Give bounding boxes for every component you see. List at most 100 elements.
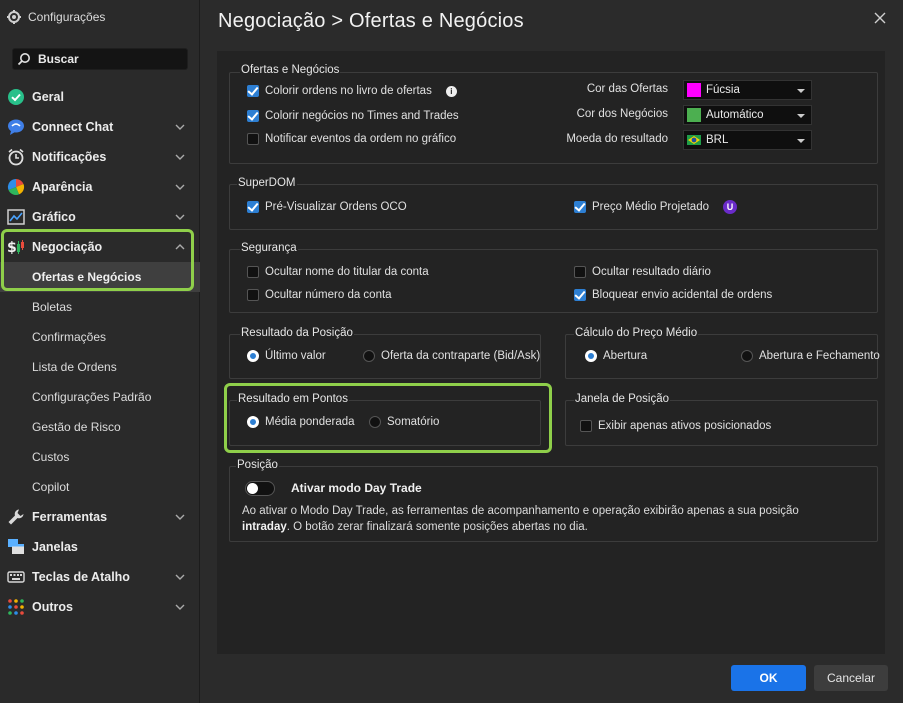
option-label: Ocultar resultado diário — [592, 266, 711, 278]
sidebar-subitem-label: Boletas — [32, 300, 73, 314]
chevron-down-icon — [175, 574, 185, 580]
svg-text:$: $ — [7, 240, 17, 256]
close-icon[interactable] — [873, 11, 887, 25]
sidebar-subitem-configuracoes-padrao[interactable]: Configurações Padrão — [0, 382, 200, 412]
option-preco-medio-projetado[interactable]: Preço Médio Projetado U — [574, 200, 737, 214]
option-label: Colorir negócios no Times and Trades — [265, 110, 459, 122]
sidebar-item-connect-chat[interactable]: Connect Chat — [0, 112, 200, 142]
sidebar-item-notificacoes[interactable]: Notificações — [0, 142, 200, 172]
chevron-down-icon — [175, 604, 185, 610]
checkbox-unchecked[interactable] — [247, 266, 259, 278]
option-abertura[interactable]: Abertura — [585, 350, 647, 362]
cancel-button[interactable]: Cancelar — [814, 665, 888, 691]
cor-ofertas-select[interactable]: Fúcsia — [683, 80, 812, 100]
radio-unselected[interactable] — [363, 350, 375, 362]
sidebar-subitem-ofertas-negocios[interactable]: Ofertas e Negócios — [0, 262, 200, 292]
group-title: SuperDOM — [237, 177, 297, 189]
option-ocultar-resultado[interactable]: Ocultar resultado diário — [574, 266, 711, 278]
sidebar-subitem-lista-ordens[interactable]: Lista de Ordens — [0, 352, 200, 382]
sidebar-item-label: Aparência — [32, 180, 93, 194]
sidebar-item-geral[interactable]: Geral — [0, 82, 200, 112]
chevron-down-icon — [175, 154, 185, 160]
option-label: Média ponderada — [265, 416, 355, 428]
option-media-ponderada[interactable]: Média ponderada — [247, 416, 355, 428]
sidebar: Configurações Buscar Geral Connect Chat … — [0, 0, 200, 703]
day-trade-toggle[interactable] — [245, 481, 275, 496]
premium-badge-icon: U — [722, 200, 737, 214]
option-label: Exibir apenas ativos posicionados — [598, 420, 772, 432]
checkbox-unchecked[interactable] — [247, 133, 259, 145]
moeda-label: Moeda do resultado — [566, 133, 668, 145]
checkbox-checked[interactable] — [574, 289, 586, 301]
chat-icon — [8, 119, 24, 135]
select-value: BRL — [706, 134, 729, 146]
option-oferta-contraparte[interactable]: Oferta da contraparte (Bid/Ask) — [363, 350, 540, 362]
sidebar-subitem-boletas[interactable]: Boletas — [0, 292, 200, 322]
radio-unselected[interactable] — [369, 416, 381, 428]
sidebar-subitem-label: Gestão de Risco — [32, 420, 121, 434]
checkbox-unchecked[interactable] — [247, 289, 259, 301]
radio-unselected[interactable] — [741, 350, 753, 362]
option-label: Abertura e Fechamento — [759, 350, 880, 362]
checkbox-unchecked[interactable] — [574, 266, 586, 278]
search-placeholder: Buscar — [38, 52, 79, 66]
option-label: Ocultar número da conta — [265, 289, 392, 301]
cor-negocios-select[interactable]: Automático — [683, 105, 812, 125]
sidebar-subitem-confirmacoes[interactable]: Confirmações — [0, 322, 200, 352]
color-swatch — [687, 83, 701, 97]
sidebar-item-janelas[interactable]: Janelas — [0, 532, 200, 562]
option-colorir-negocios[interactable]: Colorir negócios no Times and Trades — [247, 110, 459, 122]
sidebar-subitem-label: Confirmações — [32, 330, 107, 344]
option-notificar-eventos[interactable]: Notificar eventos da ordem no gráfico — [247, 133, 456, 145]
sidebar-subitem-custos[interactable]: Custos — [0, 442, 200, 472]
sidebar-item-outros[interactable]: Outros — [0, 592, 200, 622]
chevron-down-icon — [175, 514, 185, 520]
select-value: Fúcsia — [706, 84, 740, 96]
sidebar-item-grafico[interactable]: Gráfico — [0, 202, 200, 232]
group-title: Cálculo do Preço Médio — [574, 327, 699, 339]
search-input[interactable]: Buscar — [12, 48, 188, 70]
sidebar-subitem-copilot[interactable]: Copilot — [0, 472, 200, 502]
option-ocultar-nome[interactable]: Ocultar nome do titular da conta — [247, 266, 429, 278]
moeda-select[interactable]: BRL — [683, 130, 812, 150]
chevron-down-icon — [175, 184, 185, 190]
radio-selected[interactable] — [247, 416, 259, 428]
sidebar-item-aparencia[interactable]: Aparência — [0, 172, 200, 202]
cor-ofertas-label: Cor das Ofertas — [586, 83, 668, 95]
option-label: Ocultar nome do titular da conta — [265, 266, 429, 278]
checkbox-checked[interactable] — [247, 201, 259, 213]
cor-negocios-label: Cor dos Negócios — [576, 108, 668, 120]
sidebar-item-negociacao[interactable]: $ Negociação — [0, 232, 200, 262]
ok-button[interactable]: OK — [731, 665, 806, 691]
sidebar-item-label: Connect Chat — [32, 120, 114, 134]
sidebar-item-label: Janelas — [32, 540, 78, 554]
option-somatorio[interactable]: Somatório — [369, 416, 439, 428]
radio-selected[interactable] — [247, 350, 259, 362]
description-bold: intraday — [242, 521, 287, 533]
sidebar-item-teclas-atalho[interactable]: Teclas de Atalho — [0, 562, 200, 592]
checkbox-checked[interactable] — [247, 85, 259, 97]
option-previsualizar-oco[interactable]: Pré-Visualizar Ordens OCO — [247, 201, 407, 213]
option-label: Bloquear envio acidental de ordens — [592, 289, 773, 301]
sidebar-subitem-gestao-risco[interactable]: Gestão de Risco — [0, 412, 200, 442]
checkbox-checked[interactable] — [247, 110, 259, 122]
radio-selected[interactable] — [585, 350, 597, 362]
chevron-down-icon — [797, 139, 805, 143]
option-ocultar-numero[interactable]: Ocultar número da conta — [247, 289, 392, 301]
option-exibir-ativos-posicionados[interactable]: Exibir apenas ativos posicionados — [580, 420, 771, 432]
option-ultimo-valor[interactable]: Último valor — [247, 350, 326, 362]
option-abertura-fechamento[interactable]: Abertura e Fechamento — [741, 350, 880, 362]
option-colorir-ordens[interactable]: Colorir ordens no livro de ofertas i — [247, 85, 457, 97]
chart-icon — [7, 209, 25, 225]
checkbox-checked[interactable] — [574, 201, 586, 213]
option-bloquear-envio[interactable]: Bloquear envio acidental de ordens — [574, 289, 772, 301]
description-text: . O botão zerar finalizará somente posiç… — [286, 521, 588, 533]
page-title: Negociação > Ofertas e Negócios — [218, 10, 524, 32]
sidebar-item-ferramentas[interactable]: Ferramentas — [0, 502, 200, 532]
group-title: Resultado da Posição — [240, 327, 354, 339]
option-label: Colorir ordens no livro de ofertas — [265, 85, 432, 97]
sidebar-item-label: Gráfico — [32, 210, 76, 224]
sidebar-item-label: Outros — [32, 600, 73, 614]
info-icon[interactable]: i — [445, 85, 457, 97]
checkbox-unchecked[interactable] — [580, 420, 592, 432]
